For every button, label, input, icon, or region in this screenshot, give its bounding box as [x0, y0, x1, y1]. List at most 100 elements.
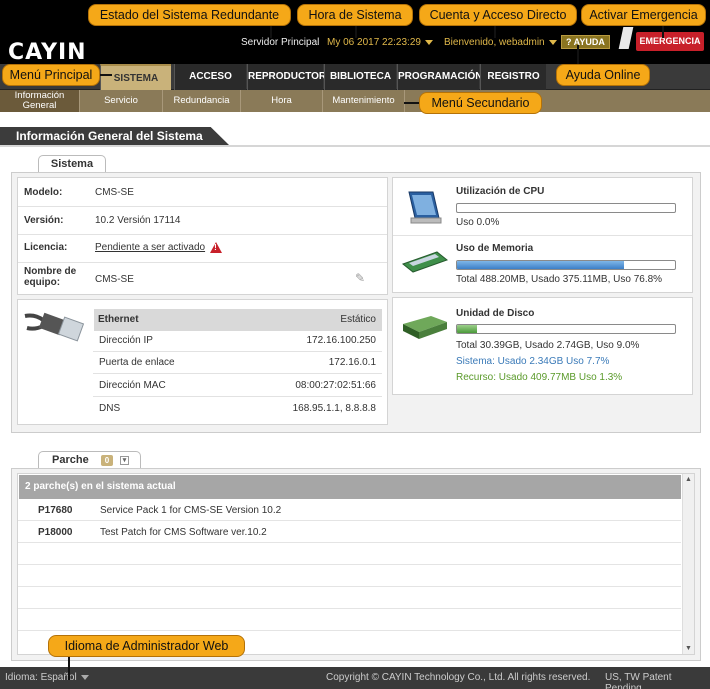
- help-button[interactable]: ? AYUDA: [561, 35, 610, 49]
- callout-redundant-status: Estado del Sistema Redundante: [88, 4, 291, 26]
- disk-usage-fill: [457, 325, 477, 333]
- chevron-down-icon: [548, 39, 557, 45]
- ip-label: Dirección IP: [99, 335, 153, 346]
- help-icon: ?: [566, 37, 572, 47]
- tab-reproductor[interactable]: REPRODUCTOR: [247, 64, 326, 90]
- tab-sistema-panel[interactable]: Sistema: [38, 155, 106, 173]
- tab-programacion[interactable]: PROGRAMACIÓN: [397, 64, 482, 90]
- callout-system-time: Hora de Sistema: [297, 4, 413, 26]
- memory-title: Uso de Memoria: [456, 243, 534, 254]
- disk-system-usage: Sistema: Usado 2.34GB Uso 7.7%: [456, 356, 610, 367]
- disk-box: Unidad de Disco Total 30.39GB, Usado 2.7…: [392, 297, 693, 395]
- callout-sub-menu: Menú Secundario: [419, 92, 542, 114]
- subtab-servicio[interactable]: Servicio: [80, 90, 163, 112]
- patch-row[interactable]: P18000 Test Patch for CMS Software ver.10…: [18, 521, 681, 543]
- language-selector[interactable]: Idioma: Español: [5, 672, 89, 683]
- tab-parche-panel[interactable]: Parche 0 ▾: [38, 451, 141, 469]
- cpu-title: Utilización de CPU: [456, 186, 545, 197]
- memory-icon: [401, 251, 449, 273]
- patch-list-scrollbar[interactable]: ▲ ▼: [682, 474, 694, 654]
- dns-label: DNS: [99, 403, 121, 414]
- cayin-logo: CAYIN: [8, 40, 87, 65]
- disk-usage-text: Total 30.39GB, Usado 2.74GB, Uso 9.0%: [456, 340, 640, 351]
- subtab-informacion-general[interactable]: Información General: [0, 90, 80, 112]
- callout-account: Cuenta y Acceso Directo: [419, 4, 577, 26]
- callout-leader: [494, 24, 496, 38]
- account-menu[interactable]: Bienvenido, webadmin: [444, 37, 557, 48]
- memory-usage-bar: [456, 260, 676, 270]
- disk-usage-bar: [456, 324, 676, 334]
- mac-label: Dirección MAC: [99, 380, 166, 391]
- ethernet-mode: Estático: [340, 314, 376, 325]
- license-row: Licencia: Pendiente a ser activado!: [18, 235, 387, 263]
- tab-registro[interactable]: REGISTRO: [480, 64, 546, 90]
- dns-row: DNS 168.95.1.1, 8.8.8.8: [93, 398, 382, 420]
- redundant-server-status: Servidor Principal: [241, 37, 320, 48]
- ip-value: 172.16.100.250: [306, 335, 376, 346]
- gateway-row: Puerta de enlace 172.16.0.1: [93, 352, 382, 374]
- ethernet-cable-icon: [24, 312, 85, 342]
- callout-leader: [404, 102, 420, 104]
- device-name-value: CMS-SE: [95, 274, 134, 285]
- patch-count-badge: 0: [101, 455, 113, 466]
- callout-leader: [662, 24, 664, 38]
- mac-row: Dirección MAC 08:00:27:02:51:66: [93, 375, 382, 397]
- memory-usage-fill: [457, 261, 625, 269]
- callout-leader: [68, 655, 70, 680]
- system-time[interactable]: My 06 2017 22:23:29: [327, 37, 433, 48]
- memory-row: Uso de Memoria Total 488.20MB, Usado 375…: [393, 236, 692, 293]
- patch-list-header: 2 parche(s) en el sistema actual: [19, 475, 681, 499]
- device-name-row: Nombre de equipo: CMS-SE ✎: [18, 263, 387, 295]
- subtab-hora[interactable]: Hora: [241, 90, 323, 112]
- gateway-value: 172.16.0.1: [328, 357, 376, 368]
- system-info-box: Modelo: CMS-SE Versión: 10.2 Versión 171…: [17, 177, 388, 295]
- subtab-mantenimiento[interactable]: Mantenimiento: [323, 90, 405, 112]
- title-divider: [0, 145, 710, 147]
- license-link[interactable]: Pendiente a ser activado: [95, 242, 205, 253]
- scroll-down-icon[interactable]: ▼: [685, 645, 692, 652]
- callout-online-help: Ayuda Online: [556, 64, 650, 86]
- patent-text: US, TW Patent Pending: [605, 672, 672, 689]
- cpu-icon: [408, 191, 442, 224]
- patch-row[interactable]: P17680 Service Pack 1 for CMS-SE Version …: [18, 499, 681, 521]
- warning-icon: !: [210, 242, 223, 253]
- expand-icon[interactable]: ▾: [120, 456, 129, 465]
- cpu-row: Utilización de CPU Uso 0.0%: [393, 178, 692, 236]
- emergency-button[interactable]: EMERGENCIA: [636, 32, 704, 51]
- chevron-down-icon: [424, 39, 433, 45]
- cpu-usage-bar: [456, 203, 676, 213]
- scroll-up-icon[interactable]: ▲: [685, 476, 692, 483]
- version-value: 10.2 Versión 17114: [95, 215, 181, 226]
- ip-row: Dirección IP 172.16.100.250: [93, 330, 382, 352]
- empty-row: [18, 543, 681, 565]
- cpu-memory-box: Utilización de CPU Uso 0.0% Uso de Memor…: [392, 177, 693, 293]
- callout-emergency: Activar Emergencia: [581, 4, 706, 26]
- empty-row: [18, 587, 681, 609]
- hard-disk-icon: [403, 316, 447, 339]
- tab-acceso[interactable]: ACCESO: [174, 64, 246, 90]
- ethernet-title: Ethernet: [98, 314, 139, 325]
- callout-leader: [270, 24, 272, 38]
- memory-usage-text: Total 488.20MB, Usado 375.11MB, Uso 76.8…: [456, 274, 663, 285]
- device-name-label: Nombre de equipo:: [24, 266, 77, 288]
- patch-list: 2 parche(s) en el sistema actual P17680 S…: [17, 473, 695, 655]
- subtab-redundancia[interactable]: Redundancia: [163, 90, 241, 112]
- gateway-label: Puerta de enlace: [99, 357, 175, 368]
- callout-language: Idioma de Administrador Web: [48, 635, 245, 657]
- copyright-text: Copyright © CAYIN Technology Co., Ltd. A…: [326, 672, 591, 683]
- callout-main-menu: Menú Principal: [2, 64, 100, 86]
- patch-tab-label: Parche: [52, 454, 89, 466]
- patch-id: P18000: [38, 527, 73, 538]
- cpu-usage-text: Uso 0.0%: [456, 217, 500, 228]
- empty-row: [18, 609, 681, 631]
- model-label: Modelo:: [24, 187, 63, 198]
- tab-biblioteca[interactable]: BIBLIOTECA: [324, 64, 396, 90]
- patch-description: Test Patch for CMS Software ver.10.2: [100, 527, 267, 538]
- license-label: Licencia:: [24, 242, 68, 253]
- chevron-down-icon: [80, 674, 89, 680]
- patch-id: P17680: [38, 505, 73, 516]
- mac-value: 08:00:27:02:51:66: [295, 380, 376, 391]
- pencil-icon[interactable]: ✎: [355, 271, 365, 285]
- page-title: Información General del Sistema: [0, 127, 229, 145]
- tab-sistema[interactable]: SISTEMA: [100, 64, 171, 90]
